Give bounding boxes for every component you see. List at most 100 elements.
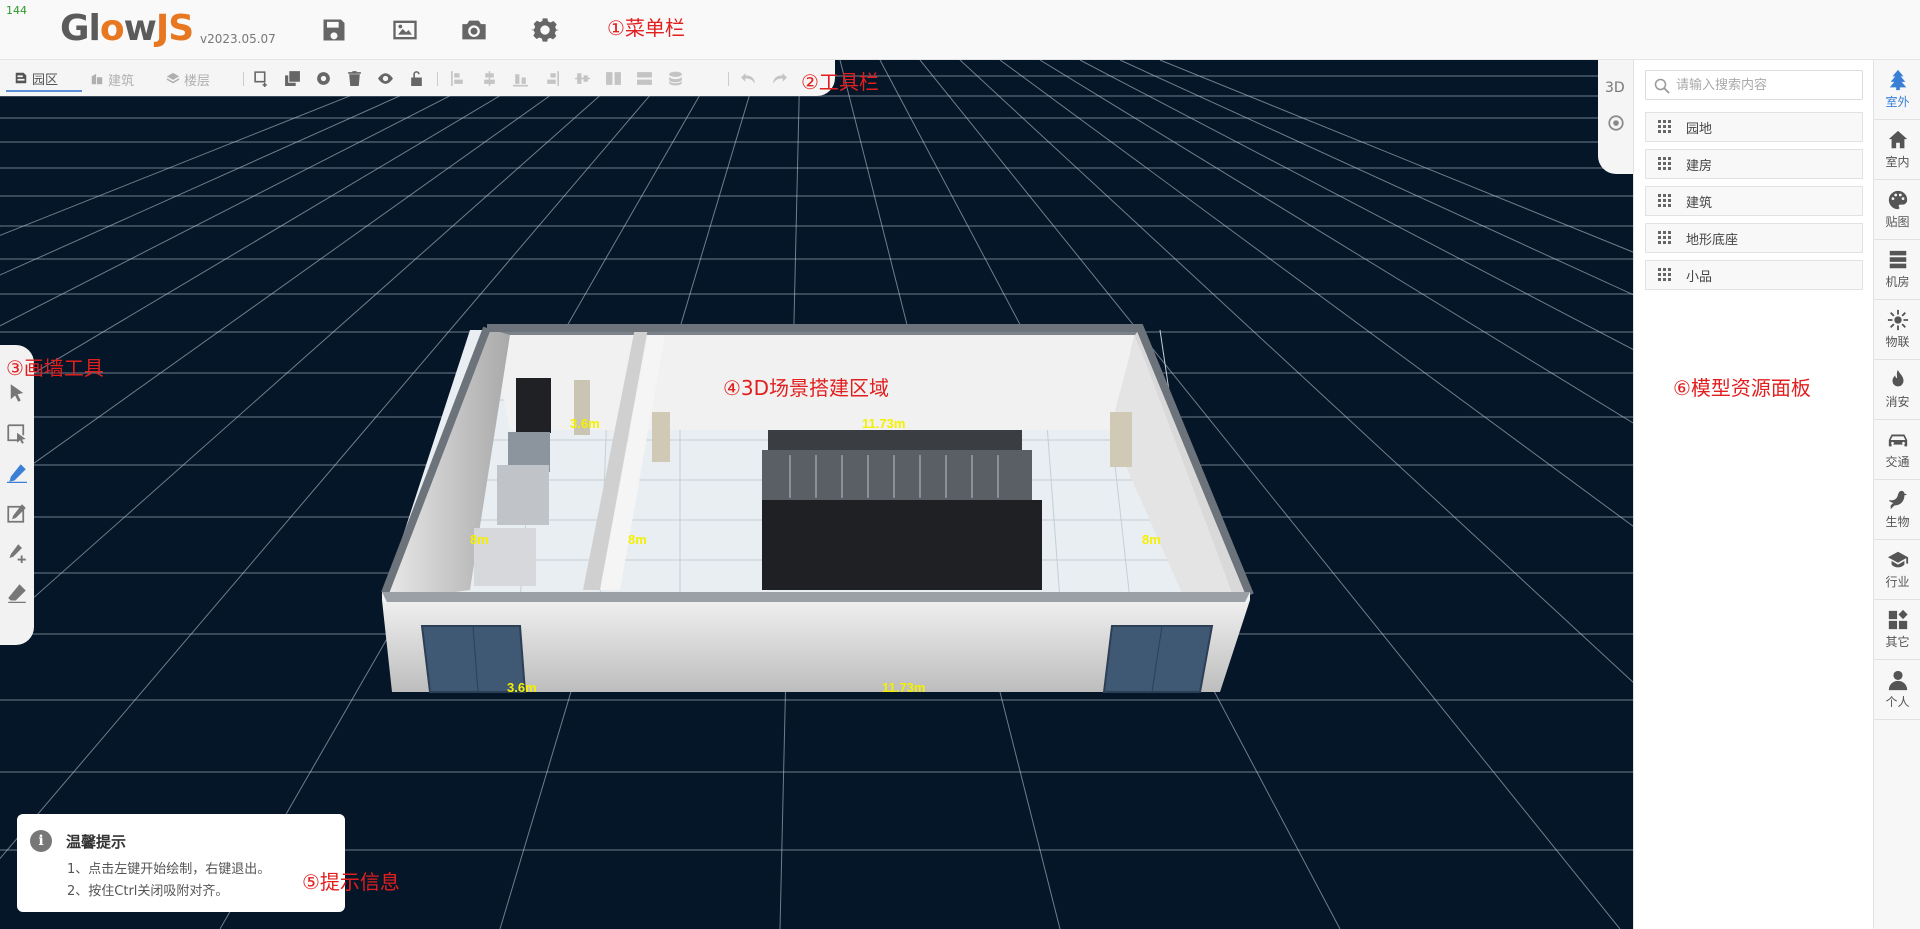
gear-icon[interactable] bbox=[315, 70, 332, 87]
category-item[interactable]: 建房 bbox=[1645, 149, 1863, 179]
door-right bbox=[1102, 625, 1214, 693]
grid-icon bbox=[1658, 157, 1671, 170]
sidenav-item-indoor[interactable]: 室内 bbox=[1874, 120, 1920, 180]
align-bottom-icon[interactable] bbox=[512, 70, 529, 87]
toolbar: 园区 建筑 楼层 bbox=[0, 60, 835, 96]
annotation-tips: ⑤提示信息 bbox=[302, 870, 400, 894]
tab-building[interactable]: 建筑 bbox=[82, 66, 158, 92]
draw-room-icon[interactable] bbox=[7, 503, 27, 523]
box-select-icon[interactable] bbox=[7, 424, 27, 444]
view-toggle-panel: 3D bbox=[1598, 60, 1633, 174]
tab-floor[interactable]: 楼层 bbox=[158, 66, 234, 92]
user-icon bbox=[1888, 670, 1907, 691]
search-icon bbox=[1654, 78, 1670, 94]
app-version: v2023.05.07 bbox=[200, 32, 276, 46]
align-left-icon[interactable] bbox=[450, 70, 467, 87]
iot-icon bbox=[1887, 309, 1908, 331]
mode-tabs: 园区 建筑 楼层 bbox=[6, 66, 234, 92]
dim-label-top-right: 11.73m bbox=[862, 416, 905, 431]
locate-icon[interactable] bbox=[1607, 114, 1625, 132]
menubar: GlowJS v2023.05.07 bbox=[0, 0, 1920, 60]
distribute-h-icon[interactable] bbox=[605, 70, 622, 87]
grid-icon bbox=[1658, 194, 1671, 207]
add-wall-icon[interactable] bbox=[7, 543, 27, 563]
sidenav-item-other[interactable]: 其它 bbox=[1874, 600, 1920, 660]
3d-scene-area[interactable]: 3.6m 11.73m 8m 8m 8m 3.6m 11.73m bbox=[0, 60, 1633, 929]
dim-label-bottom-left: 3.6m bbox=[507, 680, 537, 695]
app-logo: GlowJS bbox=[60, 8, 194, 49]
sidenav-item-industry[interactable]: 行业 bbox=[1874, 540, 1920, 600]
sidenav-item-fire-safety[interactable]: 消安 bbox=[1874, 360, 1920, 420]
annotation-toolbar: ②工具栏 bbox=[801, 70, 879, 94]
align-right-icon[interactable] bbox=[543, 70, 560, 87]
dim-label-bottom-right: 11.73m bbox=[882, 680, 925, 695]
model-resource-panel: 园地 建房 建筑 地形底座 小品 bbox=[1633, 60, 1873, 929]
image-icon[interactable] bbox=[391, 16, 419, 44]
annotation-resources: ⑥模型资源面板 bbox=[1673, 376, 1811, 400]
sidenav-item-server-room[interactable]: 机房 bbox=[1874, 240, 1920, 300]
bird-icon bbox=[1888, 490, 1907, 510]
sidenav-item-outdoor[interactable]: 室外 bbox=[1874, 60, 1920, 120]
sidenav-item-traffic[interactable]: 交通 bbox=[1874, 420, 1920, 480]
eraser-icon[interactable] bbox=[7, 583, 27, 603]
fps-counter: 144 bbox=[6, 4, 27, 17]
dim-label-top-left: 3.6m bbox=[570, 416, 600, 431]
add-area-icon[interactable] bbox=[253, 70, 270, 87]
ac-unit-left bbox=[652, 412, 670, 462]
ac-unit-right bbox=[1110, 412, 1132, 467]
grid-icon bbox=[1658, 120, 1671, 133]
align-middle-icon[interactable] bbox=[574, 70, 591, 87]
tip-title: 温馨提示 bbox=[66, 833, 127, 851]
eye-icon[interactable] bbox=[377, 70, 394, 87]
car-icon bbox=[1888, 434, 1907, 447]
home-icon bbox=[1888, 130, 1907, 149]
palette-icon bbox=[1888, 190, 1907, 210]
camera-icon[interactable] bbox=[460, 16, 488, 44]
dim-label-left-a: 8m bbox=[470, 532, 489, 547]
grid-icon bbox=[1658, 268, 1671, 281]
sidenav-item-biology[interactable]: 生物 bbox=[1874, 480, 1920, 540]
annotation-walltools: ③画墙工具 bbox=[6, 356, 104, 380]
category-item[interactable]: 小品 bbox=[1645, 260, 1863, 290]
info-icon: i bbox=[30, 830, 52, 852]
view-3d-button[interactable]: 3D bbox=[1605, 80, 1625, 96]
apps-icon bbox=[1888, 609, 1908, 630]
dim-label-left-b: 8m bbox=[628, 532, 647, 547]
sidenav-item-iot[interactable]: 物联 bbox=[1874, 300, 1920, 360]
search-box bbox=[1645, 70, 1863, 100]
fire-icon bbox=[1892, 369, 1903, 387]
copy-icon[interactable] bbox=[284, 70, 301, 87]
layers-icon[interactable] bbox=[667, 70, 684, 87]
annotation-scene: ④3D场景搭建区域 bbox=[723, 376, 890, 400]
cabinet bbox=[516, 378, 551, 433]
draw-wall-icon[interactable] bbox=[7, 463, 27, 483]
distribute-v-icon[interactable] bbox=[636, 70, 653, 87]
tip-panel: i 温馨提示 1、点击左键开始绘制，右键退出。 2、按住Ctrl关闭吸附对齐。 bbox=[17, 814, 345, 912]
server-icon bbox=[1889, 250, 1906, 269]
building-icon bbox=[91, 73, 103, 85]
tip-line: 2、按住Ctrl关闭吸附对齐。 bbox=[67, 884, 229, 899]
category-item[interactable]: 地形底座 bbox=[1645, 223, 1863, 253]
trash-icon[interactable] bbox=[346, 70, 363, 87]
tab-park[interactable]: 园区 bbox=[6, 66, 82, 92]
sidenav-item-texture[interactable]: 贴图 bbox=[1874, 180, 1920, 240]
undo-icon[interactable] bbox=[740, 70, 757, 87]
sidenav-item-personal[interactable]: 个人 bbox=[1874, 660, 1920, 720]
unlock-icon[interactable] bbox=[408, 70, 425, 87]
category-item[interactable]: 建筑 bbox=[1645, 186, 1863, 216]
scene-canvas[interactable]: 3.6m 11.73m 8m 8m 8m 3.6m 11.73m bbox=[0, 60, 1633, 929]
pointer-icon[interactable] bbox=[7, 383, 27, 403]
annotation-menubar: ①菜单栏 bbox=[607, 16, 685, 40]
align-center-icon[interactable] bbox=[481, 70, 498, 87]
search-input[interactable] bbox=[1676, 75, 1856, 95]
save-icon[interactable] bbox=[320, 16, 348, 44]
settings-icon[interactable] bbox=[531, 16, 559, 44]
graduation-icon bbox=[1887, 551, 1908, 568]
category-item[interactable]: 园地 bbox=[1645, 112, 1863, 142]
redo-icon[interactable] bbox=[771, 70, 788, 87]
tip-line: 1、点击左键开始绘制，右键退出。 bbox=[67, 862, 271, 877]
wall-tools-panel bbox=[0, 345, 34, 645]
park-icon bbox=[15, 72, 27, 84]
dim-label-right: 8m bbox=[1142, 532, 1161, 547]
category-sidenav: 室外 室内 贴图 机房 物联 消安 交通 生物 行业 其它 个人 bbox=[1873, 60, 1920, 929]
